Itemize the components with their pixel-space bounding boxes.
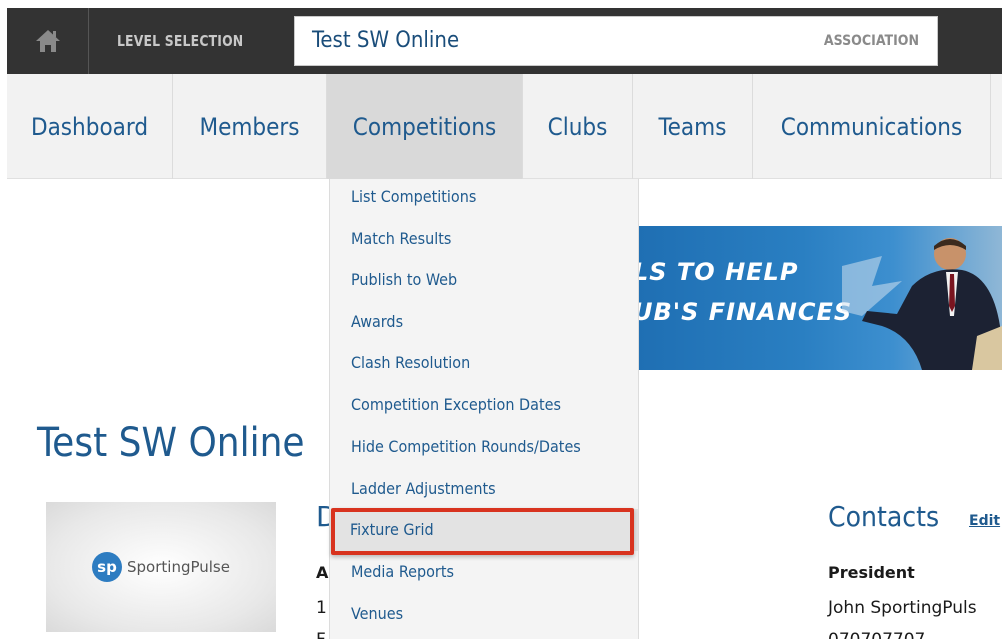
nav-dashboard[interactable]: Dashboard [7, 74, 173, 179]
menu-item-awards[interactable]: Awards [351, 312, 403, 331]
current-entity-field[interactable]: Test SW Online ASSOCIATION [294, 16, 938, 66]
address-line-stub: 1 [316, 598, 327, 618]
contact-phone: 070707707 [828, 630, 925, 639]
nav-competitions[interactable]: Competitions [327, 74, 523, 179]
logo-text: SportingPulse [127, 558, 230, 576]
contact-name: John SportingPuls [828, 598, 977, 618]
menu-item-hide-competition-rounds[interactable]: Hide Competition Rounds/Dates [351, 437, 581, 456]
annotation-highlight-box [331, 508, 634, 555]
level-selection-button[interactable]: LEVEL SELECTION [90, 8, 270, 74]
nav-communications[interactable]: Communications [753, 74, 991, 179]
entity-name: Test SW Online [312, 28, 460, 53]
menu-item-list-competitions[interactable]: List Competitions [351, 187, 476, 206]
businessman-image [842, 238, 1002, 370]
address-line-2-stub: F [316, 630, 326, 639]
home-button[interactable] [7, 8, 89, 74]
nav-teams[interactable]: Teams [633, 74, 753, 179]
logo-mark: sp [92, 552, 123, 582]
organisation-logo: sp SportingPulse [46, 502, 276, 632]
menu-item-clash-resolution[interactable]: Clash Resolution [351, 353, 470, 372]
contacts-heading: Contacts [828, 500, 940, 533]
home-icon [35, 30, 60, 52]
nav-clubs[interactable]: Clubs [523, 74, 633, 179]
menu-item-match-results[interactable]: Match Results [351, 229, 451, 248]
address-label-stub: A [316, 563, 329, 582]
contact-role: President [828, 563, 915, 582]
banner-line-1: LS TO HELP [639, 258, 799, 286]
top-bar: LEVEL SELECTION Test SW Online ASSOCIATI… [7, 8, 1002, 74]
menu-item-publish-to-web[interactable]: Publish to Web [351, 270, 457, 289]
menu-item-ladder-adjustments[interactable]: Ladder Adjustments [351, 479, 496, 498]
entity-type-label: ASSOCIATION [823, 33, 919, 49]
page-title: Test SW Online [37, 420, 305, 466]
banner-line-2: UB'S FINANCES [639, 298, 853, 326]
nav-members[interactable]: Members [173, 74, 327, 179]
menu-item-competition-exception-dates[interactable]: Competition Exception Dates [351, 395, 561, 414]
promo-banner[interactable]: LS TO HELP UB'S FINANCES [639, 226, 1002, 370]
competitions-dropdown-menu: List Competitions Match Results Publish … [329, 179, 639, 639]
menu-item-venues[interactable]: Venues [351, 604, 403, 623]
menu-item-media-reports[interactable]: Media Reports [351, 562, 454, 581]
main-nav: Dashboard Members Competitions Clubs Tea… [7, 74, 1002, 179]
contacts-edit-link[interactable]: Edit [969, 513, 1000, 529]
